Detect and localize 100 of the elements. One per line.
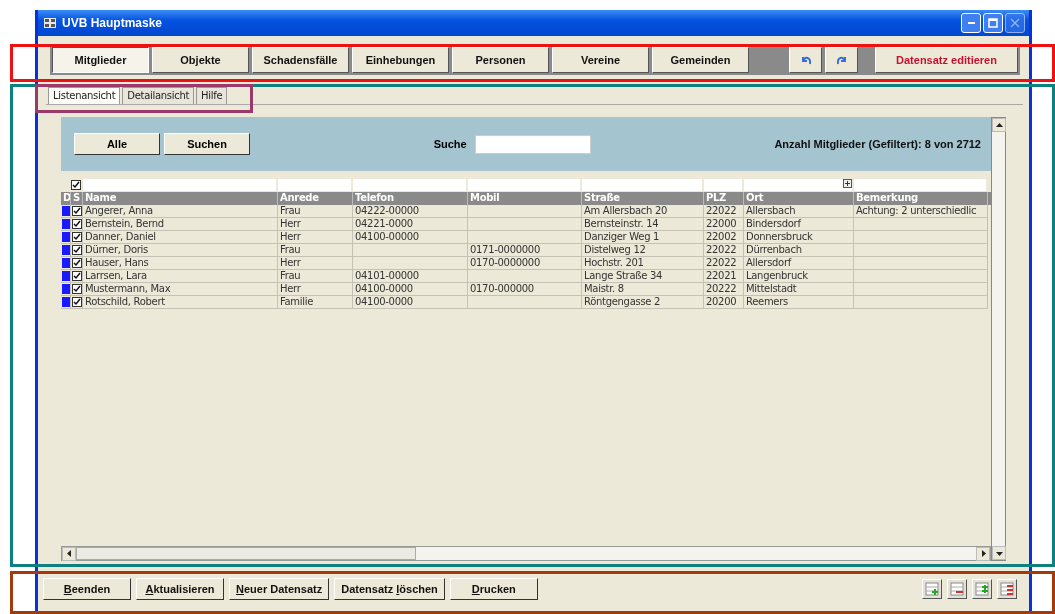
table-cell: 20200 — [704, 296, 744, 309]
maximize-button[interactable] — [983, 13, 1003, 33]
table-cell: Dürrenbach — [744, 244, 854, 257]
footer-button[interactable]: Aktualisieren — [136, 578, 224, 600]
remove-rows-icon — [1000, 582, 1014, 596]
table-cell: 04221-0000 — [353, 218, 468, 231]
table-cell: 04100-00000 — [353, 231, 468, 244]
filter-cell[interactable] — [353, 179, 468, 191]
table-cell: 22022 — [704, 205, 744, 218]
checkbox[interactable] — [71, 284, 82, 294]
view-tab[interactable]: Detailansicht — [122, 87, 195, 104]
table-cell: Frau — [278, 205, 353, 218]
filter-cell[interactable] — [278, 179, 353, 191]
checkbox[interactable] — [71, 245, 82, 255]
right-arrow-icon — [980, 550, 986, 557]
remove-rows-button[interactable] — [997, 579, 1017, 599]
table-cell: Frau — [278, 270, 353, 283]
filter-button[interactable]: Alle — [74, 133, 160, 155]
checkbox[interactable] — [71, 206, 82, 216]
table-cell: Allersbach — [744, 205, 854, 218]
maximize-icon — [988, 18, 998, 28]
nav-button[interactable]: Mitglieder — [52, 47, 149, 73]
table-cell: 0171-0000000 — [468, 244, 582, 257]
up-arrow-icon — [995, 122, 1003, 128]
vertical-scrollbar[interactable] — [991, 117, 1006, 561]
table-cell: Herr — [278, 218, 353, 231]
nav-button[interactable]: Vereine — [552, 47, 649, 73]
app-icon — [44, 18, 56, 28]
footer-button[interactable]: Datensatz löschen — [334, 578, 445, 600]
down-arrow-icon — [995, 550, 1003, 556]
filter-button[interactable]: Suchen — [164, 133, 250, 155]
add-row-icon — [925, 582, 939, 596]
left-arrow-icon — [66, 550, 72, 557]
table-cell: 22022 — [704, 257, 744, 270]
table-cell: 22021 — [704, 270, 744, 283]
checkbox[interactable] — [71, 271, 82, 281]
table-cell: 22002 — [704, 231, 744, 244]
table-cell: 0170-000000 — [468, 283, 582, 296]
minimize-icon — [967, 22, 975, 24]
checkbox[interactable] — [71, 219, 82, 229]
redo-icon — [835, 54, 848, 66]
table-cell: Bernsteinstr. 14 — [582, 218, 704, 231]
horizontal-scrollbar[interactable] — [61, 546, 991, 561]
filter-cell[interactable] — [854, 179, 988, 191]
nav-button[interactable]: Schadensfälle — [252, 47, 349, 73]
undo-button[interactable] — [789, 47, 822, 73]
footer-button[interactable]: Drucken — [449, 578, 538, 600]
search-field[interactable] — [474, 134, 591, 154]
table-cell: Bernstein, Bernd — [83, 218, 278, 231]
table-cell: 22000 — [704, 218, 744, 231]
nav-button[interactable]: Objekte — [152, 47, 249, 73]
filter-cell[interactable] — [468, 179, 582, 191]
table-cell: Dürner, Doris — [83, 244, 278, 257]
footer-button[interactable]: Beenden — [43, 578, 131, 600]
minimize-button[interactable] — [961, 13, 981, 33]
filter-cell[interactable] — [704, 179, 744, 191]
checkbox[interactable] — [71, 297, 82, 307]
add-row-button[interactable] — [922, 579, 942, 599]
table-cell: Mustermann, Max — [83, 283, 278, 296]
close-icon — [1010, 18, 1020, 28]
nav-button[interactable]: Gemeinden — [652, 47, 749, 73]
nav-button[interactable]: Einhebungen — [352, 47, 449, 73]
table-cell: Donnersbruck — [744, 231, 854, 244]
footer-button[interactable]: Neuer Datensatz — [229, 578, 330, 600]
table-cell: Achtung: 2 unterschiedlic — [854, 205, 988, 218]
table-cell: Danziger Weg 1 — [582, 231, 704, 244]
filter-cell[interactable] — [744, 179, 854, 191]
table-cell: 04100-0000 — [353, 296, 468, 309]
table-cell: Rotschild, Robert — [83, 296, 278, 309]
view-tab[interactable]: Listenansicht — [48, 87, 121, 104]
filter-cell[interactable] — [83, 179, 278, 191]
checkbox[interactable] — [71, 258, 82, 268]
add-rows-icon — [975, 582, 989, 596]
table-cell: 04222-00000 — [353, 205, 468, 218]
view-tab[interactable]: Hilfe — [196, 87, 228, 104]
checkbox[interactable] — [71, 180, 81, 190]
search-label: Suche — [433, 138, 467, 150]
table-cell: Langenbruck — [744, 270, 854, 283]
checkbox[interactable] — [71, 232, 82, 242]
table-cell: Familie — [278, 296, 353, 309]
table-cell: Am Allersbach 20 — [582, 205, 704, 218]
filter-cell[interactable] — [582, 179, 704, 191]
add-rows-button[interactable] — [972, 579, 992, 599]
expand-icon — [843, 179, 852, 188]
table-cell: Reemers — [744, 296, 854, 309]
nav-button[interactable]: Personen — [452, 47, 549, 73]
table-cell: Mittelstadt — [744, 283, 854, 296]
table-cell: Herr — [278, 231, 353, 244]
undo-icon — [799, 54, 812, 66]
redo-button[interactable] — [825, 47, 858, 73]
table-cell: Röntgengasse 2 — [582, 296, 704, 309]
record-count: Anzahl Mitglieder (Gefiltert): 8 von 2712 — [774, 138, 981, 150]
table-cell: Lange Straße 34 — [582, 270, 704, 283]
remove-row-button[interactable] — [947, 579, 967, 599]
table-cell: Angerer, Anna — [83, 205, 278, 218]
close-button[interactable] — [1005, 13, 1025, 33]
edit-record-button[interactable]: Datensatz editieren — [875, 47, 1018, 73]
table-cell: Herr — [278, 283, 353, 296]
table-cell: 04100-0000 — [353, 283, 468, 296]
table-cell: Frau — [278, 244, 353, 257]
